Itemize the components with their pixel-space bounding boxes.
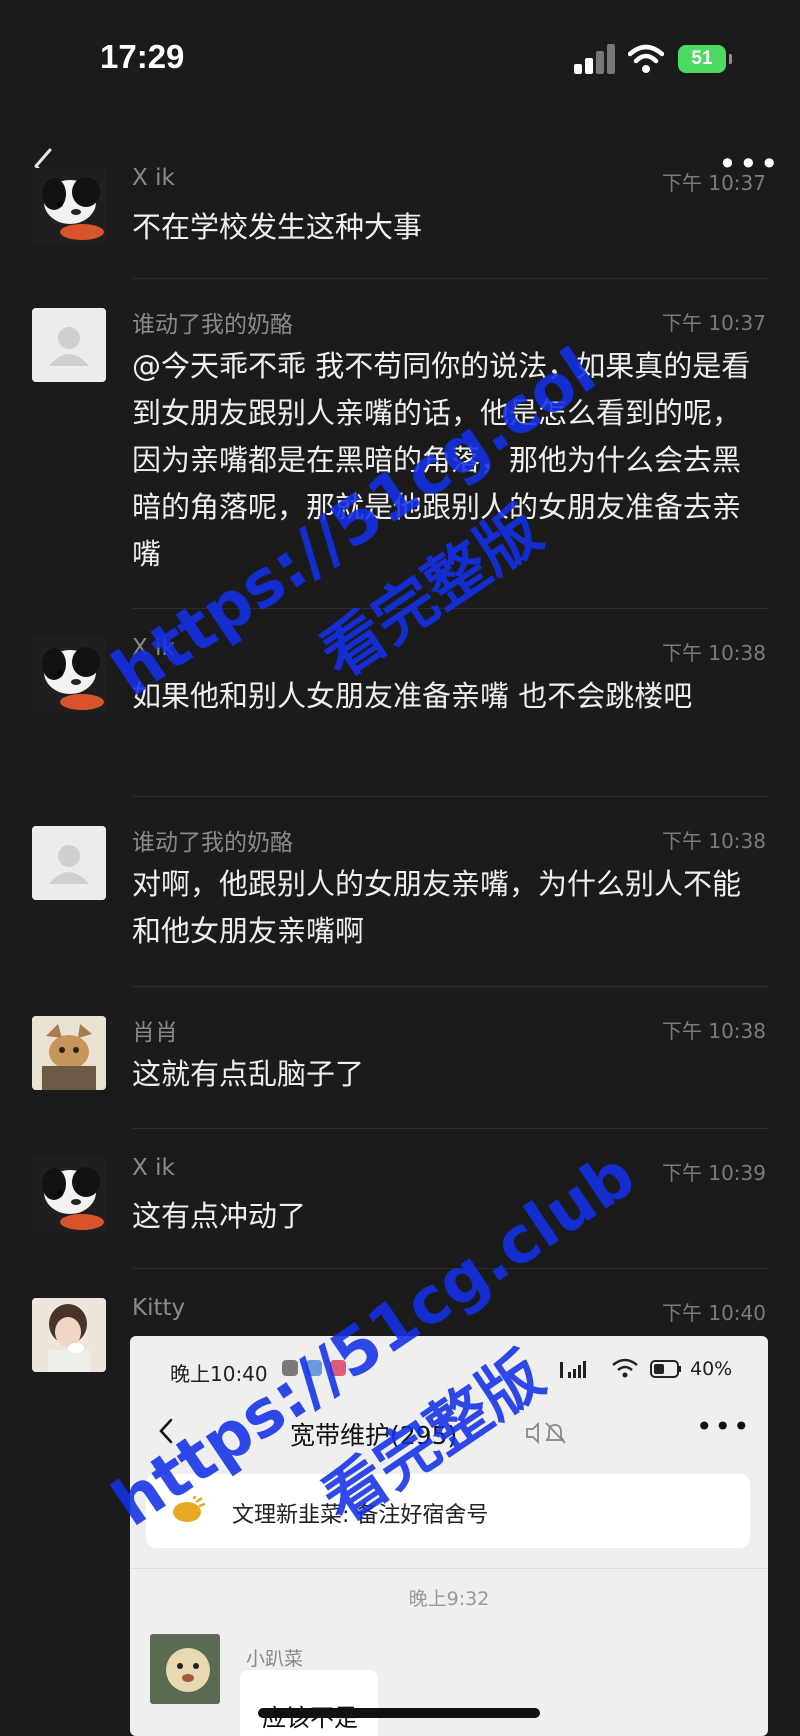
sender-name: X ik bbox=[132, 165, 175, 191]
message-item[interactable]: 谁动了我的奶酪 下午 10:38 对啊，他跟别人的女朋友亲嘴，为什么别人不能和他… bbox=[0, 822, 800, 962]
announcement-icon bbox=[173, 1496, 206, 1522]
embedded-sender-name: 小趴菜 bbox=[246, 1648, 304, 1670]
message-item[interactable]: X ik 下午 10:38 如果他和别人女朋友准备亲嘴 也不会跳楼吧 bbox=[0, 634, 800, 774]
default-avatar-icon[interactable] bbox=[32, 826, 106, 900]
message-text: 如果他和别人女朋友准备亲嘴 也不会跳楼吧 bbox=[132, 679, 693, 713]
user-avatar[interactable] bbox=[32, 168, 106, 242]
message-item[interactable]: X ik 下午 10:37 不在学校发生这种大事 bbox=[0, 162, 800, 278]
message-time: 下午 10:37 bbox=[662, 171, 766, 195]
sender-name: 谁动了我的奶酪 bbox=[132, 312, 293, 338]
embedded-divider bbox=[130, 1568, 768, 1569]
message-item[interactable]: X ik 下午 10:39 这有点冲动了 bbox=[0, 1154, 800, 1264]
embedded-wifi-icon bbox=[612, 1358, 638, 1378]
sender-name: Kitty bbox=[132, 1295, 186, 1321]
message-text: 这有点冲动了 bbox=[132, 1199, 307, 1233]
embedded-group-notice: 文理新韭菜: 备注好宿舍号 bbox=[146, 1474, 750, 1548]
user-avatar[interactable] bbox=[32, 1298, 106, 1372]
sender-name: 肖肖 bbox=[132, 1020, 178, 1046]
message-time: 下午 10:38 bbox=[662, 1019, 766, 1043]
embedded-screenshot-image[interactable]: 晚上10:40 40% 宽带维护(295) ••• 文理新韭菜: 备注好宿舍号 … bbox=[130, 1336, 768, 1736]
message-text: @今天乖不乖 我不苟同你的说法，如果真的是看到女朋友跟别人亲嘴的话，他是怎么看到… bbox=[132, 349, 751, 571]
sender-name: X ik bbox=[132, 1155, 175, 1181]
embedded-time-separator: 晚上9:32 bbox=[408, 1588, 490, 1610]
embedded-message-bubble: 应该不是 bbox=[240, 1670, 378, 1736]
embedded-status-time: 晚上10:40 bbox=[170, 1362, 268, 1386]
message-divider bbox=[132, 986, 768, 987]
message-divider bbox=[132, 1268, 768, 1269]
message-time: 下午 10:39 bbox=[662, 1161, 766, 1185]
default-avatar-icon[interactable] bbox=[32, 308, 106, 382]
app-notification-icon bbox=[282, 1360, 298, 1376]
user-avatar[interactable] bbox=[32, 1158, 106, 1232]
user-avatar[interactable] bbox=[32, 638, 106, 712]
message-divider bbox=[132, 1128, 768, 1129]
embedded-status-bar: 晚上10:40 40% bbox=[130, 1336, 768, 1386]
cellular-signal-icon bbox=[574, 44, 616, 74]
embedded-mute-icon bbox=[525, 1420, 571, 1446]
message-item[interactable]: 谁动了我的奶酪 下午 10:37 @今天乖不乖 我不苟同你的说法，如果真的是看到… bbox=[0, 304, 800, 594]
embedded-back-icon bbox=[159, 1418, 173, 1444]
app-notification-icon bbox=[306, 1360, 322, 1376]
embedded-sender-avatar bbox=[150, 1634, 220, 1704]
home-indicator bbox=[258, 1708, 540, 1718]
embedded-notice-text: 文理新韭菜: 备注好宿舍号 bbox=[232, 1503, 489, 1528]
message-time: 下午 10:40 bbox=[662, 1301, 766, 1325]
message-text: 对啊，他跟别人的女朋友亲嘴，为什么别人不能和他女朋友亲嘴啊 bbox=[132, 867, 742, 948]
message-time: 下午 10:37 bbox=[662, 311, 766, 335]
message-divider bbox=[132, 796, 768, 797]
embedded-battery-icon bbox=[650, 1360, 681, 1378]
battery-indicator: 51 bbox=[678, 45, 732, 73]
wifi-icon bbox=[628, 44, 664, 73]
message-time: 下午 10:38 bbox=[662, 641, 766, 665]
app-notification-icon bbox=[330, 1360, 346, 1376]
embedded-battery-level: 40% bbox=[690, 1358, 733, 1380]
message-divider bbox=[132, 608, 768, 609]
embedded-group-title: 宽带维护(295) bbox=[290, 1421, 458, 1450]
embedded-more-icon: ••• bbox=[696, 1410, 752, 1443]
status-time: 17:29 bbox=[100, 38, 185, 75]
status-bar: 17:29 51 bbox=[0, 0, 800, 118]
sender-name: 谁动了我的奶酪 bbox=[132, 830, 293, 856]
message-time: 下午 10:38 bbox=[662, 829, 766, 853]
message-divider bbox=[132, 278, 768, 279]
message-text: 这就有点乱脑子了 bbox=[132, 1057, 365, 1091]
message-item[interactable]: 肖肖 下午 10:38 这就有点乱脑子了 bbox=[0, 1012, 800, 1122]
embedded-signal-icon bbox=[560, 1361, 586, 1378]
sender-name: X ik bbox=[132, 635, 175, 661]
user-avatar[interactable] bbox=[32, 1016, 106, 1090]
message-text: 不在学校发生这种大事 bbox=[132, 210, 423, 244]
